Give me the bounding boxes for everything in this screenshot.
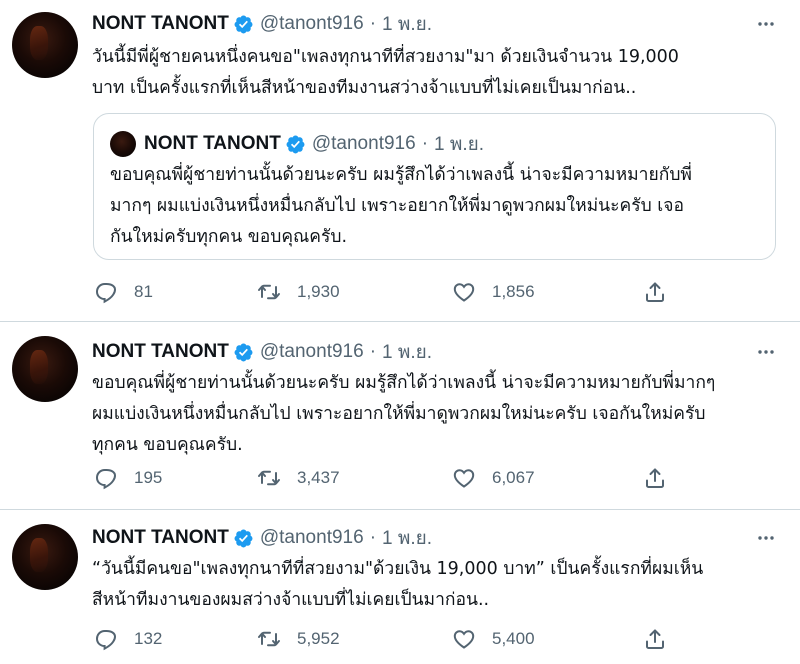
tweet-header: NONT TANONT @tanont916 · 1 พ.ย.: [92, 338, 432, 366]
quoted-tweet[interactable]: NONT TANONT @tanont916 · 1 พ.ย. ขอบคุณพี…: [93, 113, 776, 260]
retweet-icon: [258, 470, 280, 486]
reply-count: 132: [134, 629, 163, 648]
quoted-author-name: NONT TANONT: [144, 133, 281, 154]
share-icon: [646, 468, 664, 488]
reply-icon: [95, 469, 117, 490]
separator: ·: [369, 13, 377, 34]
author-name[interactable]: NONT TANONT: [92, 13, 229, 35]
like-count: 5,400: [492, 629, 535, 648]
action-bar: 81 1,930 1,856: [92, 277, 692, 307]
share-icon: [646, 629, 664, 649]
heart-icon: [453, 283, 475, 302]
share-button[interactable]: [643, 624, 667, 654]
tweet-header: NONT TANONT @tanont916 · 1 พ.ย.: [92, 10, 432, 38]
tweet-text: ขอบคุณพี่ผู้ชายท่านนั้นด้วยนะครับ ผมรู้ส…: [92, 373, 716, 455]
tweet-date[interactable]: 1 พ.ย.: [382, 523, 432, 553]
retweet-count: 5,952: [297, 629, 340, 648]
verified-badge-icon: [234, 529, 253, 547]
avatar[interactable]: [12, 336, 78, 402]
tweet-text: วันนี้มีพี่ผู้ชายคนหนึ่งคนขอ"เพลงทุกนาที…: [92, 47, 679, 98]
tweet-date[interactable]: 1 พ.ย.: [382, 9, 432, 39]
verified-badge-icon: [234, 15, 253, 33]
quoted-avatar: [110, 131, 136, 157]
reply-button[interactable]: 195: [94, 463, 162, 493]
like-button[interactable]: 1,856: [452, 277, 535, 307]
reply-icon: [95, 630, 117, 651]
retweet-count: 3,437: [297, 468, 340, 487]
avatar[interactable]: [12, 12, 78, 78]
retweet-icon: [258, 284, 280, 300]
heart-icon: [453, 630, 475, 649]
action-bar: 195 3,437 6,067: [92, 463, 692, 493]
reply-count: 195: [134, 468, 163, 487]
share-button[interactable]: [643, 277, 667, 307]
retweet-button[interactable]: 3,437: [257, 463, 340, 493]
separator: ·: [369, 527, 377, 548]
like-button[interactable]: 5,400: [452, 624, 535, 654]
separator: ·: [369, 341, 377, 362]
verified-badge-icon: [234, 343, 253, 361]
author-name[interactable]: NONT TANONT: [92, 527, 229, 549]
more-options-icon[interactable]: [756, 528, 776, 548]
tweet-text: “วันนี้มีคนขอ"เพลงทุกนาทีที่สวยงาม"ด้วยเ…: [92, 559, 704, 610]
tweet-header: NONT TANONT @tanont916 · 1 พ.ย.: [92, 524, 432, 552]
tweet[interactable]: NONT TANONT @tanont916 · 1 พ.ย. วันนี้มี…: [0, 0, 800, 322]
more-options-icon[interactable]: [756, 14, 776, 34]
retweet-button[interactable]: 5,952: [257, 624, 340, 654]
author-handle[interactable]: @tanont916: [260, 13, 364, 35]
action-bar: 132 5,952 5,400: [92, 624, 692, 654]
separator: ·: [421, 133, 429, 154]
like-button[interactable]: 6,067: [452, 463, 535, 493]
retweet-count: 1,930: [297, 282, 340, 301]
reply-count: 81: [134, 282, 153, 301]
share-icon: [646, 282, 664, 302]
author-handle[interactable]: @tanont916: [260, 341, 364, 363]
tweet[interactable]: NONT TANONT @tanont916 · 1 พ.ย. ขอบคุณพี…: [0, 322, 800, 510]
author-name[interactable]: NONT TANONT: [92, 341, 229, 363]
more-options-icon[interactable]: [756, 342, 776, 362]
tweet[interactable]: NONT TANONT @tanont916 · 1 พ.ย. “วันนี้ม…: [0, 510, 800, 664]
reply-button[interactable]: 132: [94, 624, 162, 654]
verified-badge-icon: [286, 135, 305, 153]
tweet-date[interactable]: 1 พ.ย.: [382, 337, 432, 367]
retweet-icon: [258, 631, 280, 647]
heart-icon: [453, 469, 475, 488]
like-count: 6,067: [492, 468, 535, 487]
retweet-button[interactable]: 1,930: [257, 277, 340, 307]
share-button[interactable]: [643, 463, 667, 493]
reply-button[interactable]: 81: [94, 277, 153, 307]
avatar[interactable]: [12, 524, 78, 590]
like-count: 1,856: [492, 282, 535, 301]
quoted-header: NONT TANONT @tanont916 · 1 พ.ย.: [144, 130, 484, 158]
author-handle[interactable]: @tanont916: [260, 527, 364, 549]
quoted-date: 1 พ.ย.: [434, 134, 485, 155]
quoted-author-handle: @tanont916: [311, 133, 416, 154]
quoted-text: ขอบคุณพี่ผู้ชายท่านนั้นด้วยนะครับ ผมรู้ส…: [110, 165, 692, 247]
reply-icon: [95, 283, 117, 304]
